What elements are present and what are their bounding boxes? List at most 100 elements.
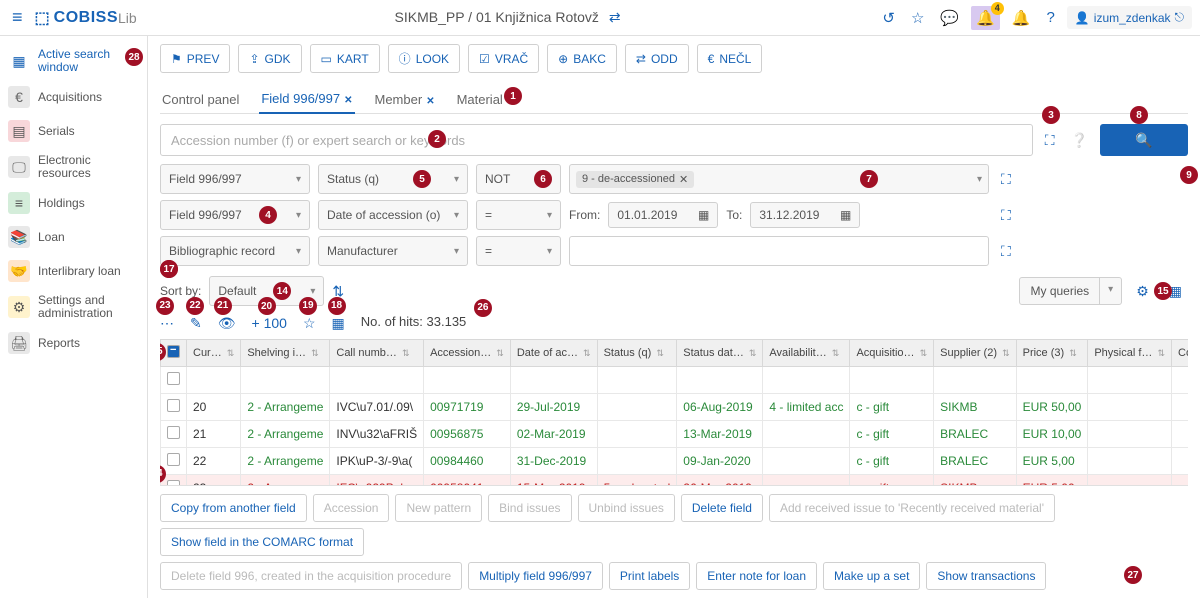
edit-icon[interactable]: ✎22 — [190, 315, 202, 332]
search-button[interactable]: 🔍 — [1100, 124, 1188, 156]
col-header[interactable]: Status (q) ⇅ — [597, 339, 677, 366]
col-header[interactable]: Cur… ⇅ — [187, 339, 241, 366]
my-queries[interactable]: My queries ▾ 15 — [1019, 277, 1122, 305]
col-header[interactable]: Physical f… ⇅ — [1088, 339, 1172, 366]
tab-control-panel[interactable]: Control panel — [160, 86, 241, 113]
filter1-attr[interactable]: Status (q)▾ 5 — [318, 164, 468, 194]
col-header[interactable]: Price (3) ⇅ — [1016, 339, 1088, 366]
sidebar-item-active-search[interactable]: ▦ Active search window 28 — [0, 42, 147, 80]
filter2-field[interactable]: Field 996/997▾ 4 — [160, 200, 310, 230]
tb-vrac[interactable]: ☑VRAČ — [468, 44, 539, 73]
date-to[interactable]: 31.12.2019▦ — [750, 202, 860, 228]
col-header[interactable]: Shelving i… ⇅ — [241, 339, 330, 366]
annot-23: 23 — [156, 297, 174, 315]
queries-settings-icon[interactable]: ⚙16 — [1130, 277, 1155, 306]
filter3-value[interactable] — [569, 236, 989, 266]
sidebar-item-interlibrary[interactable]: 🤝Interlibrary loan — [0, 254, 147, 288]
sitemap-icon[interactable]: ⇄ — [609, 9, 621, 25]
calendar-icon[interactable]: ▦ — [698, 208, 709, 222]
ba-btn[interactable]: Multiply field 996/997 — [468, 562, 603, 590]
col-header[interactable]: Call numb… ⇅ — [330, 339, 424, 366]
eye-icon[interactable]: 👁21 — [218, 315, 236, 332]
ba-btn[interactable]: Print labels — [609, 562, 690, 590]
table-row[interactable]: 20 2 - Arrangeme IVC\u7.01/.09\ 00971719… — [161, 393, 1189, 420]
star-icon[interactable]: ☆ — [907, 5, 928, 31]
grid-icon[interactable]: ▦18 — [332, 315, 345, 332]
col-header[interactable]: Availabilit… ⇅ — [763, 339, 850, 366]
star-icon[interactable]: ☆19 — [303, 315, 316, 332]
annot-15: 15 — [1154, 282, 1172, 300]
select-value: Field 996/997 — [169, 172, 242, 186]
tb-gdk[interactable]: ⇪GDK — [238, 44, 301, 73]
table-row[interactable] — [161, 366, 1189, 393]
col-header[interactable]: Copy/set i… ⇅ — [1172, 339, 1189, 366]
chat-icon[interactable]: 💬 — [936, 5, 963, 31]
tb-odd[interactable]: ⇄ODD — [625, 44, 689, 73]
sidebar-item-settings[interactable]: ⚙Settings and administration — [0, 288, 147, 326]
sidebar-item-acquisitions[interactable]: €Acquisitions — [0, 80, 147, 114]
close-icon[interactable]: ✕ — [426, 96, 434, 107]
ba-btn[interactable]: Show field in the COMARC format — [160, 528, 364, 556]
more-100[interactable]: + 10020 — [252, 315, 287, 331]
filter3-op[interactable]: =▾ — [476, 236, 561, 266]
tab-field-996[interactable]: Field 996/997✕ — [259, 85, 354, 114]
tb-kart[interactable]: ▭KART — [310, 44, 380, 73]
col-header[interactable]: Supplier (2) ⇅ — [934, 339, 1016, 366]
check-icon: ☑ — [479, 52, 490, 66]
ba-btn[interactable]: Enter note for loan — [696, 562, 817, 590]
filter1-value[interactable]: 9 - de-accessioned✕ ▾ 7 — [569, 164, 989, 194]
col-header[interactable]: Accession… ⇅ — [424, 339, 511, 366]
tb-bakc[interactable]: ⊕BAKC — [547, 44, 617, 73]
user-menu[interactable]: 👤 izum_zdenkak ⎋ — [1067, 6, 1192, 29]
history-icon[interactable]: ↺ — [878, 5, 899, 31]
filter2-attr[interactable]: Date of accession (o)▾ — [318, 200, 468, 230]
logout-icon[interactable]: ⎋ — [1175, 10, 1185, 25]
hamburger-icon[interactable]: ≡ — [8, 3, 27, 32]
help-icon[interactable]: ❔ — [1067, 128, 1092, 153]
ba-btn[interactable]: Make up a set — [823, 562, 920, 590]
search-input[interactable] — [160, 124, 1033, 156]
table-row[interactable]: 21 2 - Arrangeme INV\u32\aFRIŠ 00956875 … — [161, 420, 1189, 447]
col-header[interactable]: Date of ac… ⇅ — [510, 339, 597, 366]
expand-row-icon[interactable]: ⛶9 — [997, 167, 1021, 192]
notif-bell-alerts-icon[interactable]: 🔔4 — [971, 6, 1000, 30]
notif-bell-icon[interactable]: 🔔 — [1008, 5, 1035, 31]
col-header[interactable]: Acquisitio… ⇅ — [850, 339, 934, 366]
filter-pill[interactable]: 9 - de-accessioned✕ — [576, 171, 694, 188]
expand-row-icon[interactable]: ⛶ — [997, 239, 1021, 264]
tb-look[interactable]: ⓘLOOK — [388, 44, 460, 73]
sidebar-label: Loan — [38, 231, 139, 244]
hand-icon: 🤝 — [8, 260, 30, 282]
close-icon[interactable]: ✕ — [344, 95, 352, 106]
ba-btn[interactable]: Delete field — [681, 494, 763, 522]
filter3-attr[interactable]: Manufacturer▾ — [318, 236, 468, 266]
chevron-down-icon[interactable]: ▾ — [1100, 278, 1121, 304]
col-header[interactable]: Status dat… ⇅ — [677, 339, 763, 366]
table-row[interactable]: 23 2 - Arrangeme IFC\u929Polan 00958041 … — [161, 474, 1189, 485]
remove-icon[interactable]: ✕ — [679, 173, 688, 186]
calendar-icon[interactable]: ▦ — [840, 208, 851, 222]
filter3-field[interactable]: Bibliographic record▾ — [160, 236, 310, 266]
app-logo[interactable]: ⬚ COBISS Lib — [35, 8, 137, 28]
date-from[interactable]: 01.01.2019▦ — [608, 202, 718, 228]
filter1-op[interactable]: NOT▾ 6 — [476, 164, 561, 194]
ba-btn[interactable]: Show transactions — [926, 562, 1046, 590]
more-icon[interactable]: ⋯23 — [160, 315, 174, 332]
filter1-field[interactable]: Field 996/997▾ — [160, 164, 310, 194]
sidebar-item-loan[interactable]: 📚Loan — [0, 220, 147, 254]
sidebar-item-reports[interactable]: 🖨Reports — [0, 326, 147, 360]
tb-necl[interactable]: €NEČL — [697, 44, 763, 73]
expand-row-icon[interactable]: ⛶ — [997, 203, 1021, 228]
expand-icon[interactable]: ⛶ — [1041, 128, 1059, 153]
help-icon[interactable]: ? — [1042, 5, 1058, 30]
sidebar-item-serials[interactable]: ▤Serials — [0, 114, 147, 148]
sidebar-item-holdings[interactable]: ≡Holdings — [0, 186, 147, 220]
ba-btn[interactable]: Copy from another field — [160, 494, 307, 522]
row-checkbox[interactable] — [161, 420, 187, 447]
filter2-op[interactable]: =▾ — [476, 200, 561, 230]
row-checkbox[interactable] — [161, 393, 187, 420]
table-row[interactable]: 22 2 - Arrangeme IPK\uP-3/-9\a( 00984460… — [161, 447, 1189, 474]
tab-member[interactable]: Member✕ — [373, 86, 437, 113]
tb-prev[interactable]: ⚑PREV — [160, 44, 230, 73]
sidebar-item-electronic[interactable]: 🖵Electronic resources — [0, 148, 147, 186]
